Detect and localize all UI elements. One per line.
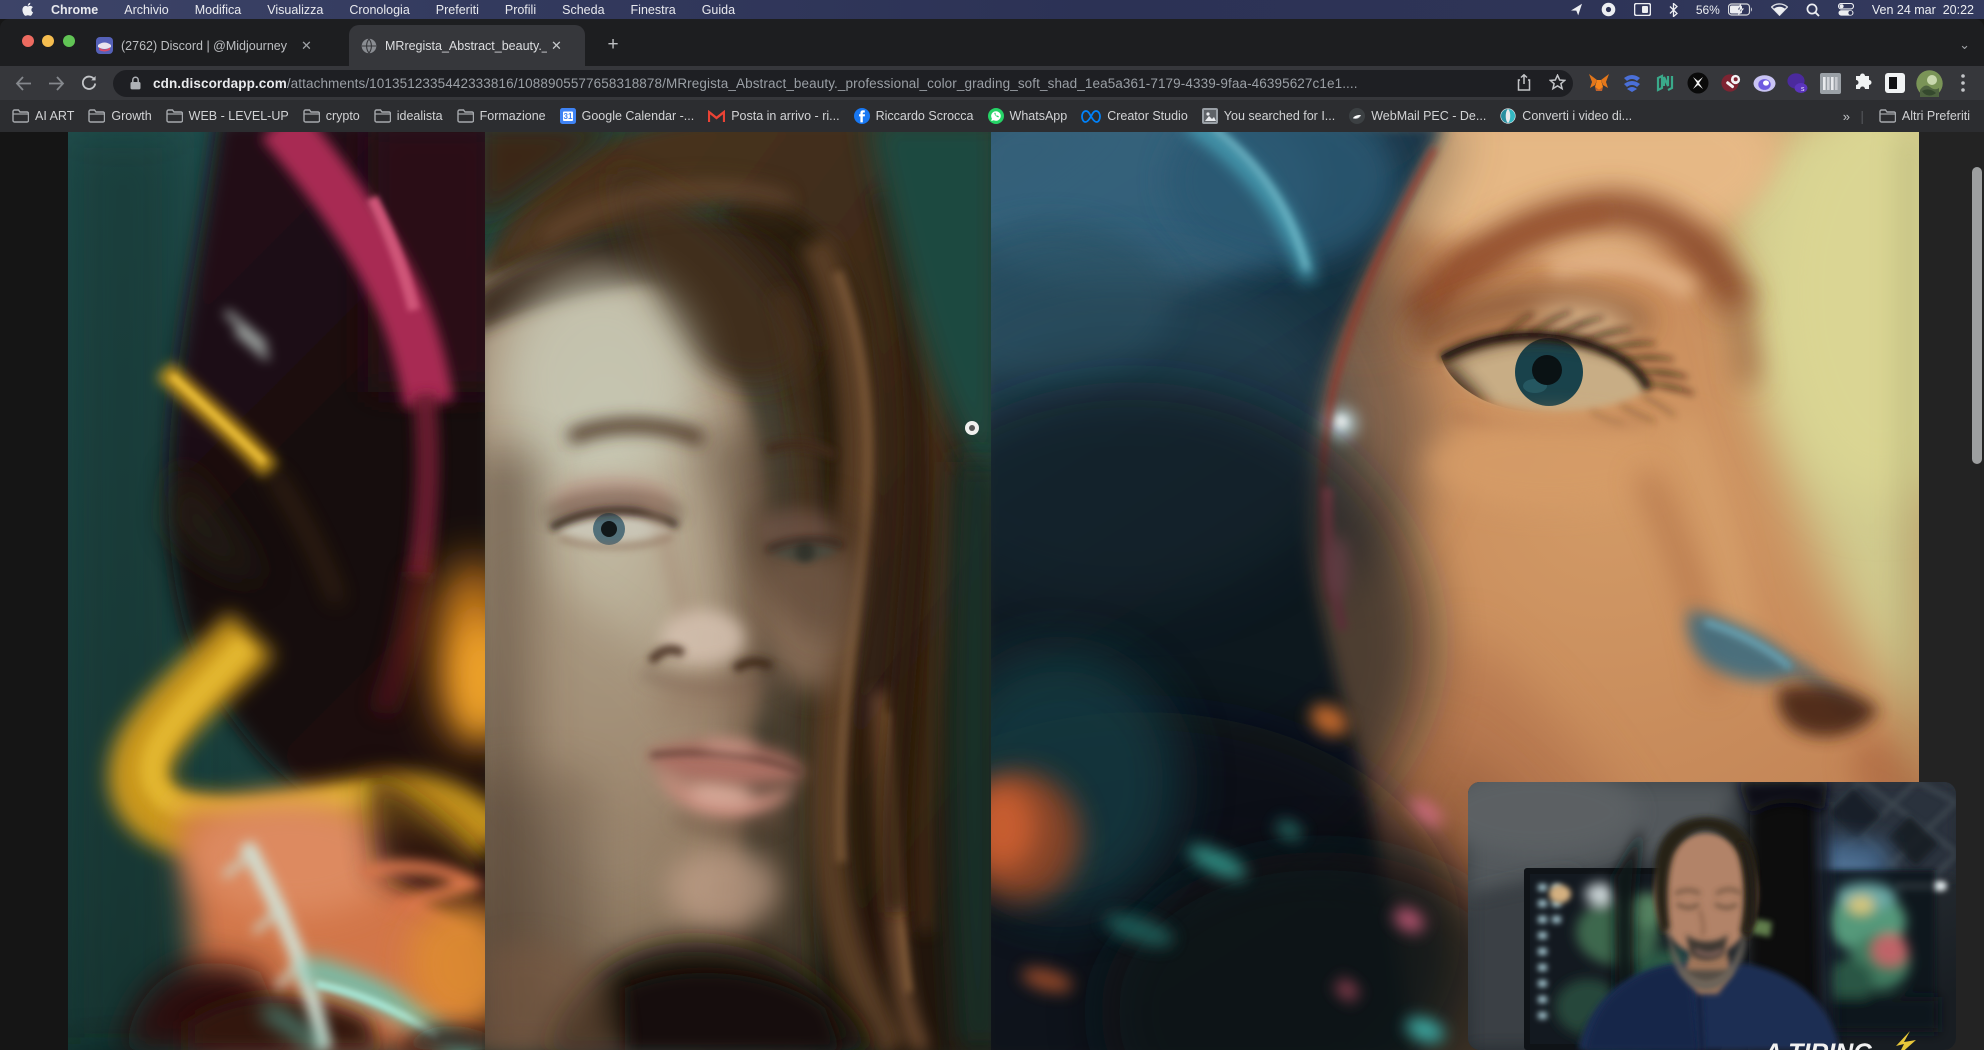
svg-text:A TIRING: A TIRING — [1763, 1039, 1873, 1050]
svg-text:s: s — [1801, 86, 1805, 93]
svg-text:31: 31 — [563, 112, 572, 121]
